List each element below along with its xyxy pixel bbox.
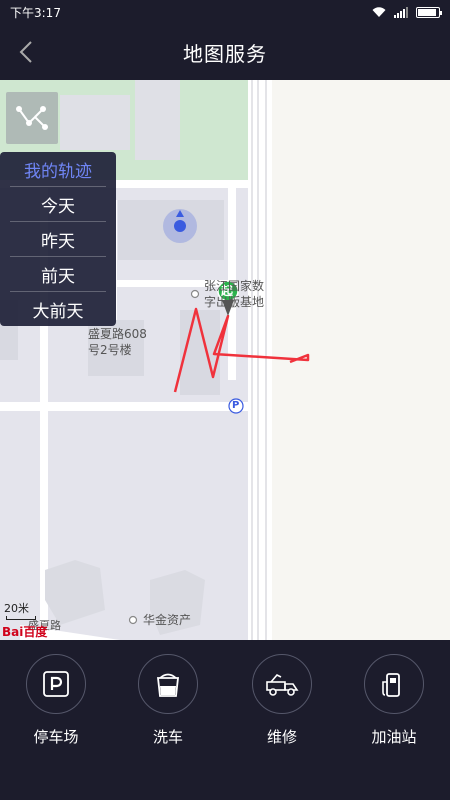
track-route-icon: [16, 106, 48, 130]
parking-button[interactable]: 停车场: [6, 654, 106, 747]
car-wash-button[interactable]: 洗车: [118, 654, 218, 747]
tow-truck-icon: [252, 654, 312, 714]
gas-station-button[interactable]: 加油站: [344, 654, 444, 747]
status-bar: 下午3:17: [0, 0, 450, 24]
repair-button[interactable]: 维修: [232, 654, 332, 747]
car-wash-icon: [138, 654, 198, 714]
poi-building-label: 盛夏路608 号2号楼: [88, 327, 147, 357]
baidu-logo: Bai百度: [2, 625, 48, 639]
scale-label: 20米: [4, 602, 29, 615]
scale-bar: [6, 616, 36, 620]
poi-base-label-2: 字出版基地: [204, 295, 265, 309]
gas-station-label: 加油站: [371, 728, 417, 746]
wifi-icon: [372, 6, 386, 17]
track-item-yesterday[interactable]: 昨天: [10, 221, 106, 256]
header: 地图服务: [0, 24, 450, 80]
repair-label: 维修: [266, 728, 297, 746]
parking-sign[interactable]: P: [232, 398, 239, 414]
page-title: 地图服务: [183, 41, 267, 66]
back-button[interactable]: [6, 32, 46, 72]
status-time: 下午3:17: [10, 5, 61, 20]
track-toggle-button[interactable]: [6, 92, 58, 144]
map-view[interactable]: P 起 张江国家数 字出版基地 盛夏路608 号2号楼 华金资产 盛夏路 20米…: [0, 80, 450, 640]
car-wash-label: 洗车: [152, 728, 183, 746]
track-item-day-before[interactable]: 前天: [10, 256, 106, 291]
track-menu-title[interactable]: 我的轨迹: [0, 152, 116, 186]
service-bar: 停车场 洗车 维修 加油站: [0, 640, 450, 800]
track-item-today[interactable]: 今天: [10, 186, 106, 221]
poi-base-label-1: 张江国家数: [204, 279, 265, 293]
battery-icon: [416, 6, 442, 18]
signal-icon: [394, 6, 408, 18]
status-icons: [372, 6, 442, 18]
parking-icon: [26, 654, 86, 714]
track-item-three-days-ago[interactable]: 大前天: [10, 291, 106, 326]
track-menu: 我的轨迹 今天 昨天 前天 大前天: [0, 152, 116, 326]
gas-station-icon: [364, 654, 424, 714]
parking-label: 停车场: [33, 728, 79, 746]
chevron-left-icon: [19, 41, 32, 63]
poi-huajin-label: 华金资产: [143, 613, 192, 627]
